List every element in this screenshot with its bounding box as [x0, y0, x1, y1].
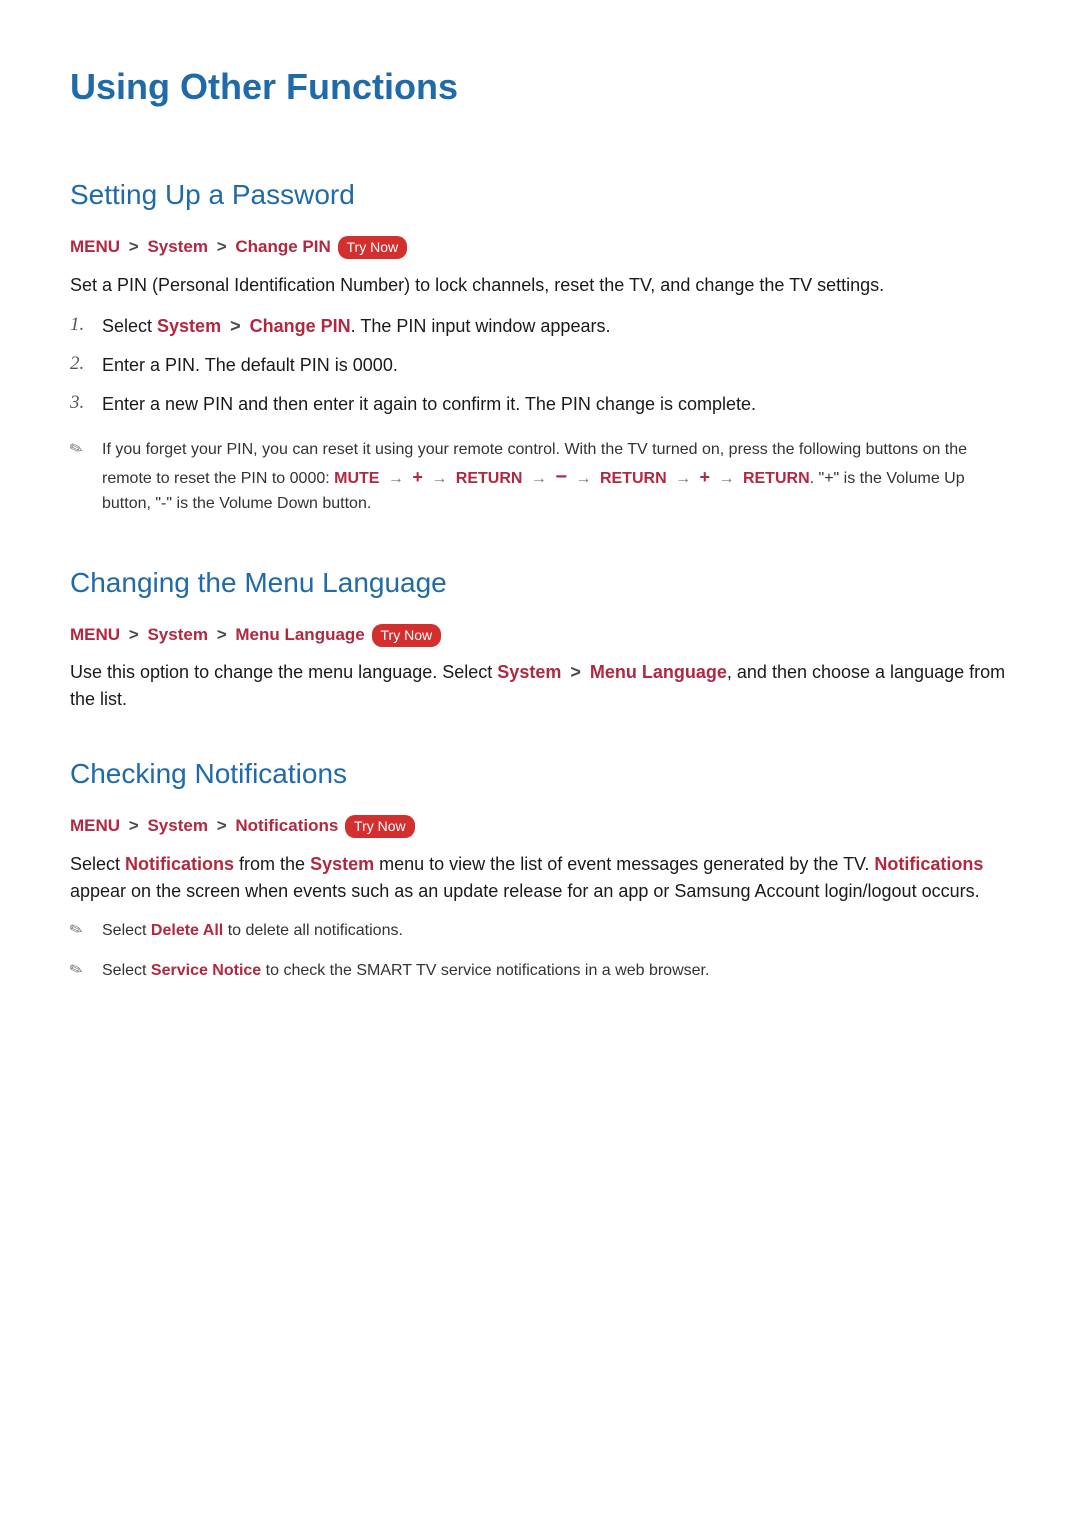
- section-language: Changing the Menu Language MENU > System…: [70, 562, 1010, 714]
- kw-return: RETURN: [743, 470, 810, 487]
- arrow-right-icon: →: [572, 470, 596, 487]
- chevron-right-icon: >: [566, 662, 585, 682]
- section-notifications: Checking Notifications MENU > System > N…: [70, 753, 1010, 989]
- arrow-right-icon: →: [671, 470, 695, 487]
- try-now-button[interactable]: Try Now: [338, 236, 408, 259]
- body-language: Use this option to change the menu langu…: [70, 659, 1010, 713]
- step-number: 2.: [70, 350, 84, 379]
- text: Use this option to change the menu langu…: [70, 662, 497, 682]
- arrow-right-icon: →: [527, 470, 551, 487]
- step-2: 2. Enter a PIN. The default PIN is 0000.: [70, 346, 1010, 385]
- nav-menu-language: Menu Language: [235, 625, 364, 644]
- note-text: to check the SMART TV service notificati…: [261, 962, 709, 979]
- step-text: Enter a PIN. The default PIN is 0000.: [102, 355, 398, 375]
- steps-list: 1. Select System > Change PIN. The PIN i…: [70, 307, 1010, 424]
- step-text: Select: [102, 316, 157, 336]
- step-number: 1.: [70, 311, 84, 340]
- nav-menu: MENU: [70, 237, 120, 256]
- heading-language: Changing the Menu Language: [70, 562, 1010, 604]
- kw-delete-all: Delete All: [151, 922, 223, 939]
- nav-path-language: MENU > System > Menu Language Try Now: [70, 622, 1010, 648]
- step-number: 3.: [70, 389, 84, 418]
- step-3: 3. Enter a new PIN and then enter it aga…: [70, 385, 1010, 424]
- kw-system: System: [497, 662, 561, 682]
- kw-notifications: Notifications: [874, 854, 983, 874]
- note-delete-all: ✎ Select Delete All to delete all notifi…: [70, 913, 1010, 949]
- note-service-notice: ✎ Select Service Notice to check the SMA…: [70, 953, 1010, 989]
- kw-change-pin: Change PIN: [250, 316, 351, 336]
- try-now-button[interactable]: Try Now: [345, 815, 415, 838]
- chevron-right-icon: >: [213, 237, 231, 256]
- page-title: Using Other Functions: [70, 60, 1010, 114]
- chevron-right-icon: >: [213, 625, 231, 644]
- nav-system: System: [147, 625, 207, 644]
- chevron-right-icon: >: [125, 625, 143, 644]
- chevron-right-icon: >: [125, 237, 143, 256]
- note-reset-pin: ✎ If you forget your PIN, you can reset …: [70, 432, 1010, 522]
- plus-icon: +: [700, 467, 711, 487]
- arrow-right-icon: →: [384, 470, 408, 487]
- step-text: . The PIN input window appears.: [351, 316, 611, 336]
- kw-mute: MUTE: [334, 470, 379, 487]
- text: menu to view the list of event messages …: [374, 854, 874, 874]
- note-text: Select: [102, 962, 151, 979]
- arrow-right-icon: →: [715, 470, 739, 487]
- note-text: Select: [102, 922, 151, 939]
- kw-service-notice: Service Notice: [151, 962, 261, 979]
- text: from the: [234, 854, 310, 874]
- nav-system: System: [147, 816, 207, 835]
- nav-notifications: Notifications: [235, 816, 338, 835]
- note-icon: ✎: [66, 917, 87, 944]
- kw-system: System: [310, 854, 374, 874]
- kw-return: RETURN: [456, 470, 523, 487]
- plus-icon: +: [412, 467, 423, 487]
- step-1: 1. Select System > Change PIN. The PIN i…: [70, 307, 1010, 346]
- intro-text: Set a PIN (Personal Identification Numbe…: [70, 272, 1010, 299]
- kw-menu-language: Menu Language: [590, 662, 727, 682]
- nav-menu: MENU: [70, 625, 120, 644]
- nav-change-pin: Change PIN: [235, 237, 330, 256]
- nav-menu: MENU: [70, 816, 120, 835]
- kw-return: RETURN: [600, 470, 667, 487]
- section-password: Setting Up a Password MENU > System > Ch…: [70, 174, 1010, 522]
- nav-system: System: [147, 237, 207, 256]
- kw-system: System: [157, 316, 221, 336]
- nav-path-notifications: MENU > System > Notifications Try Now: [70, 813, 1010, 839]
- note-text: to delete all notifications.: [223, 922, 403, 939]
- chevron-right-icon: >: [125, 816, 143, 835]
- note-icon: ✎: [66, 436, 87, 463]
- try-now-button[interactable]: Try Now: [372, 624, 442, 647]
- body-notifications: Select Notifications from the System men…: [70, 851, 1010, 905]
- kw-notifications: Notifications: [125, 854, 234, 874]
- chevron-right-icon: >: [213, 816, 231, 835]
- text: Select: [70, 854, 125, 874]
- minus-icon: −: [555, 466, 567, 488]
- note-icon: ✎: [66, 957, 87, 984]
- heading-notifications: Checking Notifications: [70, 753, 1010, 795]
- step-text: Enter a new PIN and then enter it again …: [102, 394, 756, 414]
- text: appear on the screen when events such as…: [70, 881, 980, 901]
- nav-path-password: MENU > System > Change PIN Try Now: [70, 234, 1010, 260]
- heading-password: Setting Up a Password: [70, 174, 1010, 216]
- chevron-right-icon: >: [226, 316, 245, 336]
- arrow-right-icon: →: [427, 470, 451, 487]
